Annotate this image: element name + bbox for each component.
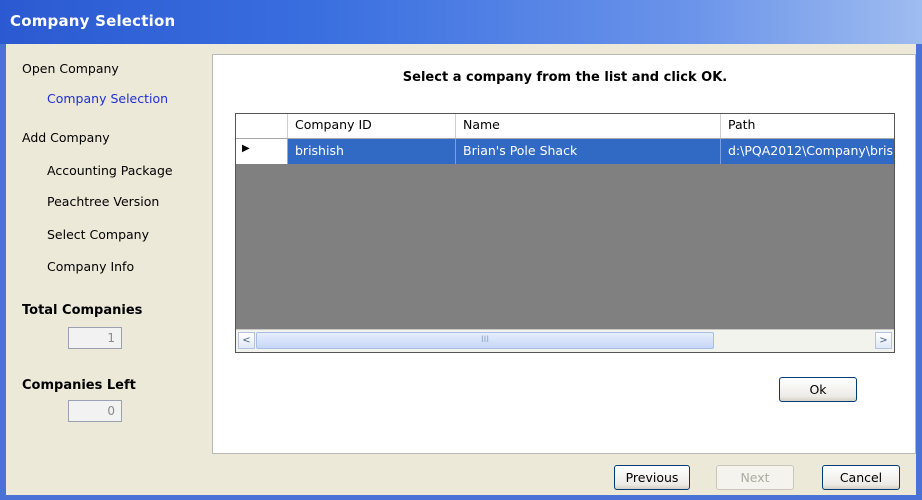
- table-row[interactable]: ▶ brishish Brian's Pole Shack d:\PQA2012…: [236, 139, 894, 164]
- total-companies-value: 1: [68, 327, 122, 349]
- nav-step-accounting-package: Accounting Package: [47, 163, 173, 178]
- row-selected-arrow-icon: ▶: [242, 143, 250, 154]
- nav-step-peachtree-version: Peachtree Version: [47, 194, 160, 209]
- previous-button[interactable]: Previous: [614, 465, 690, 490]
- ok-button[interactable]: Ok: [779, 377, 857, 402]
- cell-name[interactable]: Brian's Pole Shack: [456, 139, 721, 164]
- row-indicator[interactable]: ▶: [236, 139, 288, 164]
- wizard-steps-nav: Open Company Company Selection Add Compa…: [6, 44, 210, 454]
- cancel-button[interactable]: Cancel: [822, 465, 900, 490]
- total-companies-label: Total Companies: [22, 303, 143, 318]
- companies-left-value: 0: [68, 400, 122, 422]
- grid-corner-header: [236, 114, 288, 138]
- company-grid[interactable]: Company ID Name Path ▶ brishish Brian's …: [235, 113, 895, 353]
- horizontal-scrollbar[interactable]: < III >: [236, 329, 894, 352]
- window-border-bottom: [0, 495, 922, 500]
- column-header-path[interactable]: Path: [721, 114, 894, 138]
- companies-left-label: Companies Left: [22, 378, 136, 393]
- nav-step-company-info: Company Info: [47, 259, 135, 274]
- title-bar[interactable]: Company Selection: [0, 0, 922, 44]
- instruction-text: Select a company from the list and click…: [402, 70, 728, 85]
- cell-path[interactable]: d:\PQA2012\Company\brisl: [721, 139, 894, 164]
- scroll-right-icon[interactable]: >: [875, 332, 892, 349]
- scroll-left-icon[interactable]: <: [238, 332, 255, 349]
- column-header-name[interactable]: Name: [456, 114, 721, 138]
- window-border-right: [916, 44, 922, 500]
- window-title: Company Selection: [10, 12, 176, 30]
- company-selection-window: Company Selection Open Company Company S…: [0, 0, 922, 500]
- nav-step-select-company: Select Company: [47, 227, 150, 242]
- nav-step-add-company: Add Company: [22, 130, 110, 145]
- scroll-thumb[interactable]: III: [256, 332, 714, 349]
- column-header-company-id[interactable]: Company ID: [288, 114, 456, 138]
- grid-header: Company ID Name Path: [236, 114, 894, 139]
- cell-company-id[interactable]: brishish: [288, 139, 456, 164]
- nav-step-company-selection: Company Selection: [47, 91, 169, 106]
- next-button[interactable]: Next: [716, 465, 794, 490]
- nav-step-open-company: Open Company: [22, 61, 119, 76]
- main-panel: Select a company from the list and click…: [212, 54, 916, 454]
